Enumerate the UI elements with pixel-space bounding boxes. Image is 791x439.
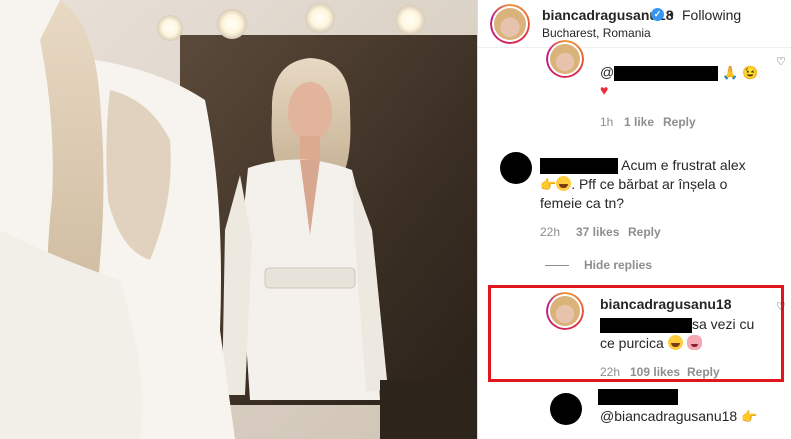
comment-likes[interactable]: 109 likes [630, 365, 680, 379]
replies-divider [545, 265, 569, 266]
laugh-emoji [556, 176, 572, 191]
comment-body: Acum e frustrat alex [540, 156, 746, 175]
heart-outline-icon[interactable]: ♡ [776, 55, 786, 68]
redacted-mention [600, 317, 692, 333]
red-heart-emoji: ♥ [600, 82, 609, 98]
redacted-username [540, 158, 618, 175]
reply-button[interactable]: Reply [628, 225, 661, 239]
point-right-emoji: 👉 [741, 409, 758, 424]
reply-button[interactable]: Reply [663, 115, 696, 129]
comment-avatar[interactable] [550, 393, 582, 425]
point-right-emoji: 👉 [540, 177, 557, 192]
redacted-mention [614, 65, 719, 81]
reply-button[interactable]: Reply [687, 365, 720, 379]
follow-button[interactable]: Following [682, 7, 741, 23]
comment-time: 22h [540, 225, 561, 239]
laugh-emoji [667, 335, 683, 350]
comment-body: @biancadragusanu18 👉 [600, 408, 758, 424]
comments-panel: biancadragusanu18 ✓ • Following Buchares… [477, 0, 791, 439]
heart-outline-icon[interactable]: ♡ [776, 300, 786, 313]
verified-badge-icon: ✓ [651, 8, 664, 21]
photo-illustration [0, 0, 477, 439]
comment-avatar[interactable] [546, 292, 584, 330]
hide-replies-button[interactable]: Hide replies [584, 258, 652, 272]
comment-time: 22h [600, 365, 621, 379]
comment-body: @ 🙏 😉 [600, 64, 759, 81]
comment-author[interactable]: biancadragusanu18 [600, 295, 732, 314]
header-separator: • [669, 6, 674, 22]
comment-body: sa vezi cu [600, 315, 754, 334]
pray-emoji: 🙏 [722, 65, 739, 80]
post-photo[interactable] [0, 0, 477, 439]
author-avatar[interactable] [490, 4, 530, 44]
comment-avatar[interactable] [546, 40, 584, 78]
comment-avatar[interactable] [500, 152, 532, 184]
pig-emoji [686, 335, 702, 350]
comment-time: 1h [600, 115, 614, 129]
redacted-username [598, 389, 678, 405]
post-header: biancadragusanu18 ✓ • Following Buchares… [478, 0, 791, 48]
location-link[interactable]: Bucharest, Romania [542, 26, 651, 40]
comment-likes[interactable]: 37 likes [576, 225, 619, 239]
wink-emoji: 😉 [742, 65, 759, 80]
comment-likes[interactable]: 1 like [624, 115, 654, 129]
